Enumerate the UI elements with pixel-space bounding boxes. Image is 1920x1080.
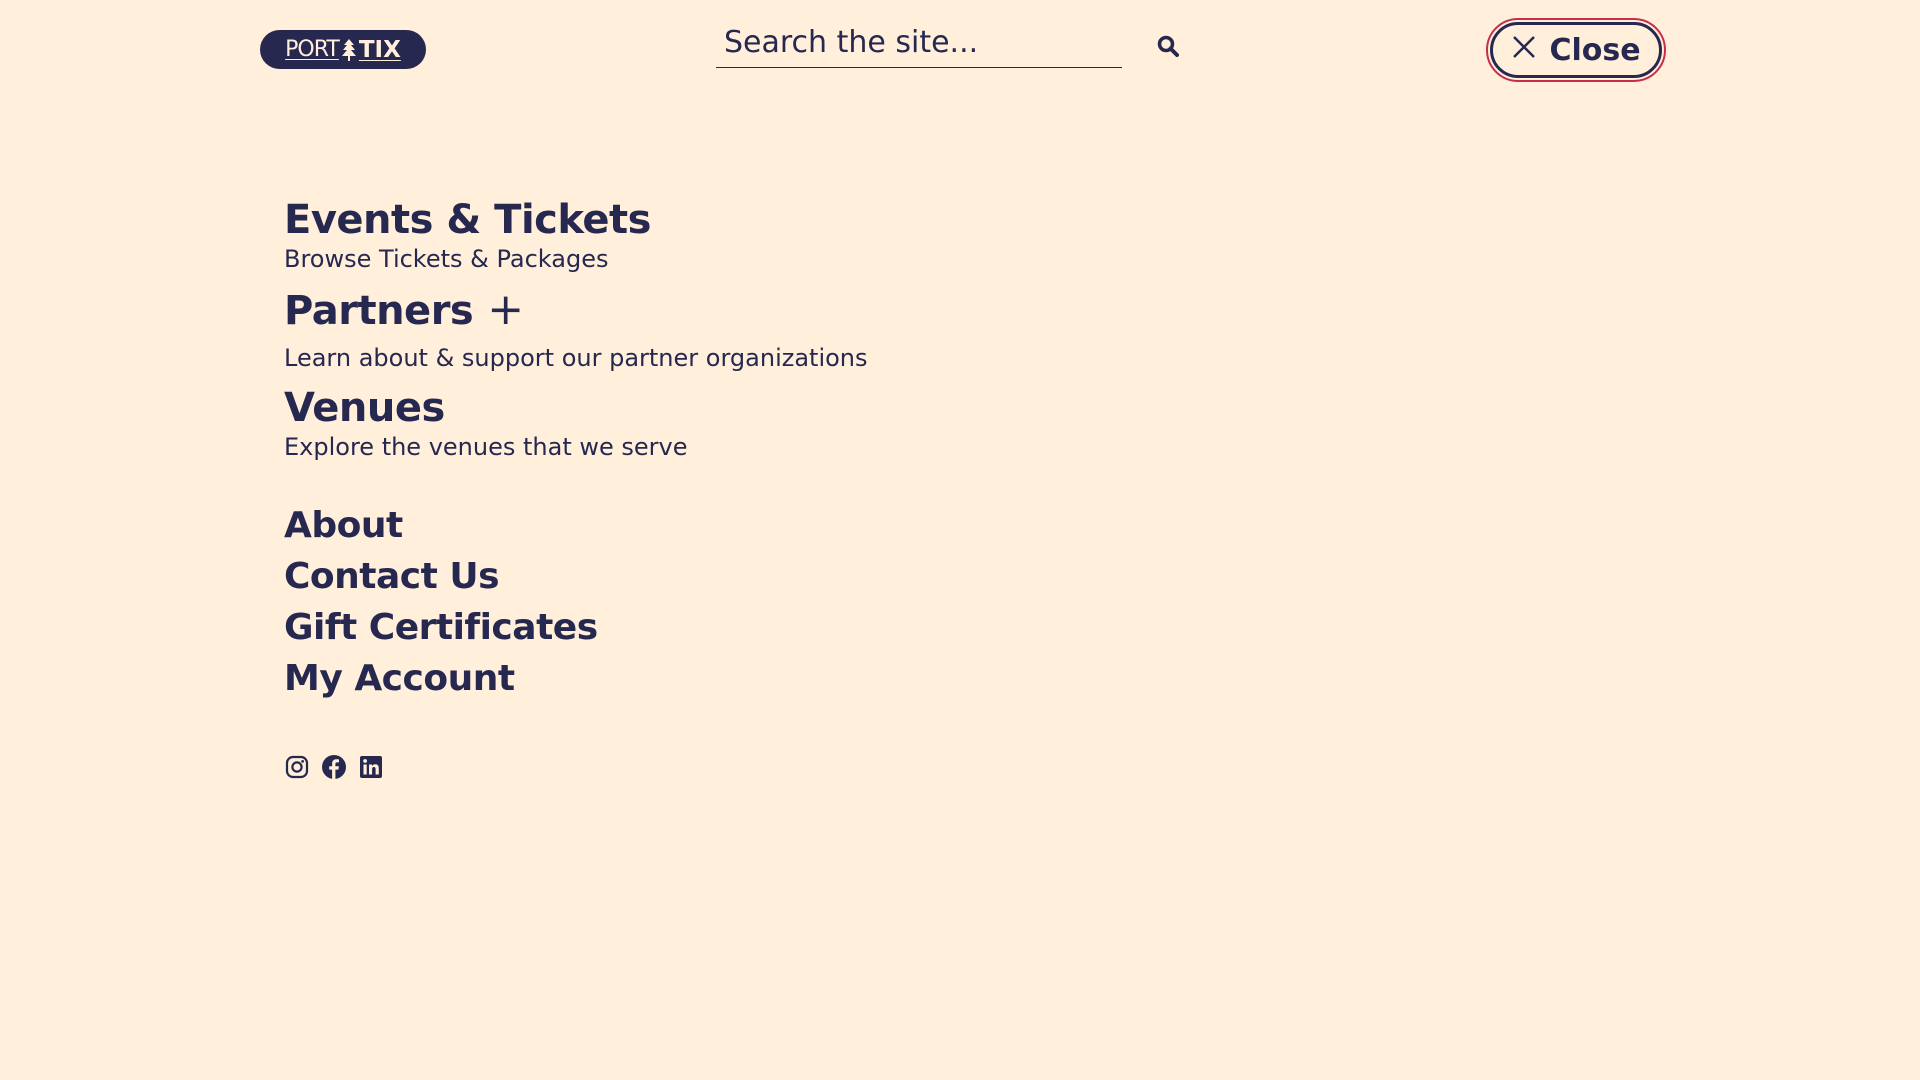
tree-icon	[341, 38, 357, 62]
menu-item-events: Events & Tickets Browse Tickets & Packag…	[284, 196, 1044, 274]
porttix-logo[interactable]: PORT TIX	[260, 30, 426, 69]
events-tickets-link[interactable]: Events & Tickets	[284, 196, 651, 244]
expand-plus-icon[interactable]: +	[487, 286, 524, 334]
about-link[interactable]: About	[284, 500, 598, 551]
partners-description: Learn about & support our partner organi…	[284, 344, 868, 372]
logo-tix-text: TIX	[358, 36, 401, 63]
site-header: PORT TIX Close	[0, 0, 1920, 100]
events-tickets-description: Browse Tickets & Packages	[284, 245, 609, 273]
close-icon	[1511, 33, 1537, 68]
venues-description: Explore the venues that we serve	[284, 433, 688, 461]
logo-port-text: PORT	[285, 37, 340, 62]
instagram-icon[interactable]	[284, 754, 310, 780]
menu-item-venues: Venues Explore the venues that we serve	[284, 384, 1044, 462]
secondary-menu: About Contact Us Gift Certificates My Ac…	[284, 500, 598, 704]
my-account-link[interactable]: My Account	[284, 653, 598, 704]
contact-us-link[interactable]: Contact Us	[284, 551, 598, 602]
venues-link[interactable]: Venues	[284, 384, 445, 432]
social-links	[284, 754, 384, 780]
linkedin-icon[interactable]	[358, 754, 384, 780]
search-field	[716, 18, 1122, 68]
facebook-icon[interactable]	[321, 754, 347, 780]
search-button[interactable]	[1150, 30, 1186, 66]
menu-item-partners: Partners + Learn about & support our part…	[284, 286, 1044, 373]
close-label: Close	[1549, 32, 1641, 68]
partners-link[interactable]: Partners	[284, 287, 474, 335]
search-icon	[1157, 35, 1179, 61]
search-input[interactable]	[716, 18, 1122, 67]
close-button[interactable]: Close	[1486, 18, 1666, 82]
gift-certificates-link[interactable]: Gift Certificates	[284, 602, 598, 653]
